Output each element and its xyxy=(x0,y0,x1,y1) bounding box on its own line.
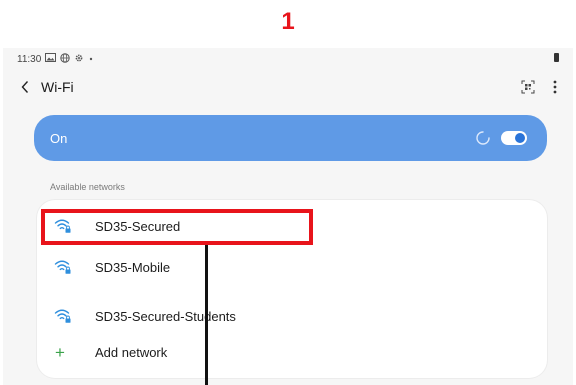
dot-icon xyxy=(88,53,94,66)
step-number: 1 xyxy=(281,8,295,35)
app-header: Wi-Fi xyxy=(17,76,561,98)
qr-code-icon[interactable] xyxy=(521,80,535,94)
wifi-switch[interactable] xyxy=(501,131,527,145)
add-network-button[interactable]: + Add network xyxy=(37,335,547,369)
network-name: SD35-Secured xyxy=(95,218,181,234)
globe-icon xyxy=(60,52,70,66)
gear-icon xyxy=(74,53,84,66)
network-item-sd35-secured[interactable]: SD35-Secured xyxy=(37,209,547,243)
add-network-label: Add network xyxy=(95,344,168,360)
switch-knob xyxy=(515,133,525,143)
wifi-master-toggle[interactable]: On xyxy=(34,115,547,161)
wifi-lock-icon xyxy=(53,216,73,236)
battery-icon xyxy=(554,53,559,62)
image-icon xyxy=(45,53,57,65)
network-name: SD35-Secured-Students xyxy=(95,308,236,324)
scanning-spinner-icon xyxy=(475,130,491,146)
network-item-sd35-mobile[interactable]: SD35-Mobile xyxy=(37,250,547,284)
header-actions xyxy=(521,80,557,94)
network-list: SD35-Secured SD35-Mobile SD35-Secured-St… xyxy=(37,200,547,378)
chevron-left-icon[interactable] xyxy=(17,77,33,97)
status-time: 11:30 xyxy=(17,53,42,65)
more-vertical-icon[interactable] xyxy=(553,80,557,94)
wifi-lock-icon xyxy=(53,306,73,326)
wifi-toggle-label: On xyxy=(50,130,68,146)
page-title: Wi-Fi xyxy=(41,79,74,95)
network-name: SD35-Mobile xyxy=(95,259,171,275)
available-networks-header: Available networks xyxy=(50,182,125,192)
network-item-sd35-secured-students[interactable]: SD35-Secured-Students xyxy=(37,299,547,333)
plus-icon: + xyxy=(55,342,65,362)
wifi-lock-icon xyxy=(53,257,73,277)
tablet-screen: 11:30 Wi-Fi On Available networks SD35-S… xyxy=(3,48,573,385)
toggle-area xyxy=(475,130,527,146)
status-bar: 11:30 xyxy=(17,52,94,66)
